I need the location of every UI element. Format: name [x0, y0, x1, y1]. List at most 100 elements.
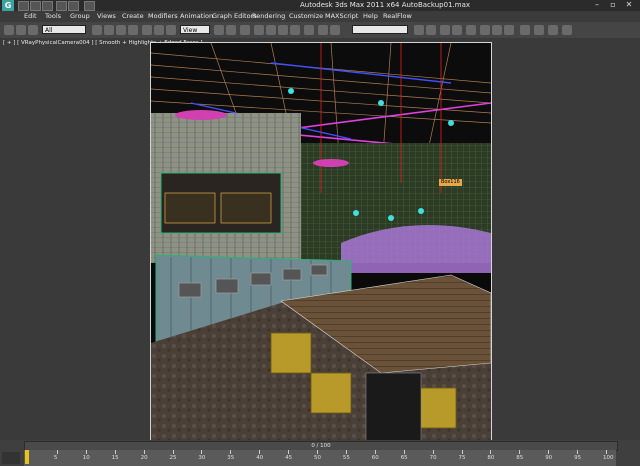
close-button[interactable]: ✕: [622, 1, 636, 9]
rendered-frame-window-icon[interactable]: [492, 25, 502, 35]
redo-icon[interactable]: [68, 1, 79, 11]
track-tick-label: 95: [574, 455, 582, 461]
track-tick: [288, 450, 290, 454]
select-manipulate-icon[interactable]: [226, 25, 236, 35]
track-tick-label: 10: [82, 455, 90, 461]
track-tick: [577, 450, 579, 454]
select-by-name-icon[interactable]: [104, 25, 114, 35]
project-folder-icon[interactable]: [84, 1, 95, 11]
track-tick-label: 45: [285, 455, 293, 461]
render-setup-icon[interactable]: [480, 25, 490, 35]
track-tick: [374, 450, 376, 454]
percent-snap-icon[interactable]: [278, 25, 288, 35]
menu-help[interactable]: Help: [363, 12, 378, 20]
track-tick: [259, 450, 261, 454]
track-tick: [114, 450, 116, 454]
track-tick: [85, 450, 87, 454]
plugin-tool-2-icon[interactable]: [534, 25, 544, 35]
select-link-icon[interactable]: [4, 25, 14, 35]
menu-customize[interactable]: Customize: [289, 12, 323, 20]
render-production-icon[interactable]: [504, 25, 514, 35]
bind-space-warp-icon[interactable]: [28, 25, 38, 35]
track-tick-label: 100: [603, 455, 614, 461]
named-selection-icon[interactable]: [304, 25, 314, 35]
title-bar: G Autodesk 3ds Max 2011 x64 AutoBackup01…: [0, 0, 640, 11]
track-tick-label: 70: [429, 455, 437, 461]
app-logo-icon[interactable]: G: [2, 0, 14, 11]
save-file-icon[interactable]: [42, 1, 53, 11]
select-rotate-icon[interactable]: [154, 25, 164, 35]
plugin-tool-3-icon[interactable]: [548, 25, 558, 35]
track-tick: [403, 450, 405, 454]
track-tick: [201, 450, 203, 454]
mini-listener-icon[interactable]: [2, 452, 20, 464]
select-move-icon[interactable]: [142, 25, 152, 35]
menu-edit[interactable]: Edit: [24, 12, 37, 20]
minimize-button[interactable]: –: [590, 1, 604, 9]
curve-editor-icon[interactable]: [440, 25, 450, 35]
track-tick: [230, 450, 232, 454]
object-tag: Box116: [439, 179, 462, 186]
track-tick-label: 5: [53, 455, 58, 461]
plugin-tool-1-icon[interactable]: [520, 25, 530, 35]
time-slider-label: 0 / 100: [311, 443, 331, 449]
undo-icon[interactable]: [56, 1, 67, 11]
track-tick: [172, 450, 174, 454]
window-title: Autodesk 3ds Max 2011 x64 AutoBackup01.m…: [300, 1, 471, 9]
menu-realflow[interactable]: RealFlow: [383, 12, 412, 20]
material-editor-icon[interactable]: [466, 25, 476, 35]
spinner-snap-icon[interactable]: [290, 25, 300, 35]
menu-modifiers[interactable]: Modifiers: [148, 12, 178, 20]
scene-wireframe: [151, 43, 491, 441]
plugin-tool-4-icon[interactable]: [562, 25, 572, 35]
graphite-ribbon-icon[interactable]: [426, 25, 436, 35]
pivot-center-icon[interactable]: [214, 25, 224, 35]
menu-tools[interactable]: Tools: [45, 12, 61, 20]
open-file-icon[interactable]: [30, 1, 41, 11]
track-tick: [490, 450, 492, 454]
track-tick: [548, 450, 550, 454]
angle-snap-icon[interactable]: [266, 25, 276, 35]
keyboard-shortcut-icon[interactable]: [240, 25, 250, 35]
track-tick-label: 75: [458, 455, 466, 461]
menu-rendering[interactable]: Rendering: [252, 12, 285, 20]
window-crossing-icon[interactable]: [128, 25, 138, 35]
named-selection-sets-dropdown[interactable]: [352, 25, 408, 34]
mirror-icon[interactable]: [318, 25, 328, 35]
new-file-icon[interactable]: [18, 1, 29, 11]
menu-maxscript[interactable]: MAXScript: [325, 12, 358, 20]
layer-manager-icon[interactable]: [414, 25, 424, 35]
main-toolbar: All View: [0, 22, 640, 39]
menu-group[interactable]: Group: [70, 12, 90, 20]
selection-filter-dropdown[interactable]: All: [42, 25, 86, 34]
track-tick-label: 30: [198, 455, 206, 461]
track-tick-label: 50: [314, 455, 321, 461]
select-scale-icon[interactable]: [166, 25, 176, 35]
align-icon[interactable]: [330, 25, 340, 35]
menu-bar: Edit Tools Group Views Create Modifiers …: [0, 11, 640, 22]
rectangular-selection-icon[interactable]: [116, 25, 126, 35]
track-tick-label: 20: [140, 455, 148, 461]
track-tick-label: 35: [227, 455, 235, 461]
track-tick-label: 15: [111, 455, 119, 461]
track-tick-label: 55: [342, 455, 350, 461]
menu-create[interactable]: Create: [122, 12, 144, 20]
menu-animation[interactable]: Animation: [180, 12, 213, 20]
viewport-render[interactable]: Box116: [150, 42, 492, 442]
track-tick: [317, 450, 318, 454]
maximize-button[interactable]: ▫: [606, 1, 620, 9]
reference-coord-dropdown[interactable]: View: [180, 25, 210, 34]
schematic-view-icon[interactable]: [452, 25, 462, 35]
snaps-toggle-icon[interactable]: [254, 25, 264, 35]
select-object-icon[interactable]: [92, 25, 102, 35]
menu-views[interactable]: Views: [97, 12, 116, 20]
time-cursor[interactable]: [25, 450, 29, 464]
menu-graph-editors[interactable]: Graph Editors: [212, 12, 257, 20]
track-bar[interactable]: 0510152025303540455055606570758085909510…: [24, 450, 616, 466]
track-tick: [345, 450, 347, 454]
track-tick: [143, 450, 145, 454]
track-tick: [461, 450, 463, 454]
unlink-icon[interactable]: [16, 25, 26, 35]
track-tick-label: 90: [545, 455, 553, 461]
track-tick: [56, 450, 58, 454]
